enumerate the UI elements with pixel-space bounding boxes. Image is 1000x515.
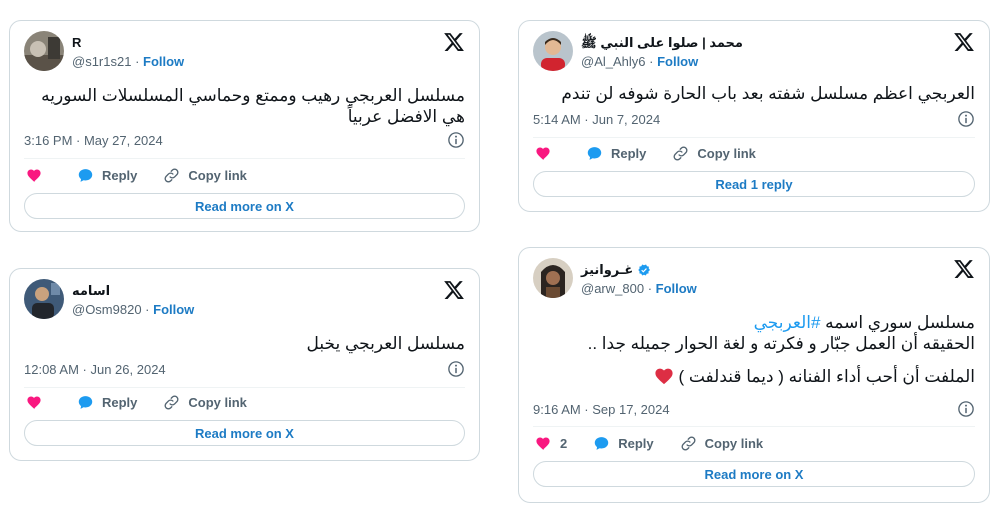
author-name-row: غـروانيز: [581, 262, 651, 278]
info-icon[interactable]: [447, 131, 465, 149]
red-heart-emoji-icon: [655, 368, 673, 385]
action-bar: Reply Copy link: [26, 394, 273, 411]
author-handle[interactable]: @arw_800: [581, 281, 644, 296]
reply-button[interactable]: Reply: [77, 167, 137, 184]
like-button[interactable]: 2: [535, 435, 567, 452]
copy-link-button[interactable]: Copy link: [672, 145, 756, 162]
reply-button[interactable]: Reply: [593, 435, 654, 452]
tweet-text-content: الملفت أن أحب أداء الفنانه ( ديما قندلفت…: [678, 367, 975, 386]
reply-button[interactable]: Reply: [586, 145, 646, 162]
tweet-timestamp[interactable]: 12:08 AM · Jun 26, 2024: [24, 362, 166, 377]
avatar[interactable]: [533, 258, 573, 298]
copy-link-label: Copy link: [697, 146, 756, 161]
read-more-button[interactable]: Read more on X: [24, 420, 465, 446]
heart-icon: [26, 167, 43, 184]
link-icon: [163, 394, 180, 411]
author-handle-row: @s1r1s21 · Follow: [72, 54, 185, 69]
x-logo-icon[interactable]: [443, 279, 465, 301]
reply-label: Reply: [611, 146, 647, 161]
like-button[interactable]: [535, 145, 560, 162]
divider: [533, 426, 975, 427]
x-logo-icon[interactable]: [443, 31, 465, 53]
heart-icon: [535, 145, 552, 162]
tweet-text: العربجي اعظم مسلسل شفته بعد باب الحارة ش…: [561, 83, 975, 104]
like-count: 2: [560, 436, 568, 451]
verified-badge-icon[interactable]: [637, 263, 651, 277]
tweet-text-prefix: مسلسل سوري اسمه: [820, 313, 975, 332]
tweet-text-line: [588, 354, 975, 366]
avatar[interactable]: [24, 31, 64, 71]
tweet-text: مسلسل سوري اسمه #العربجي الحقيقه أن العم…: [588, 312, 975, 387]
reply-label: Reply: [618, 436, 654, 451]
author-name[interactable]: اسامه: [72, 283, 110, 299]
avatar[interactable]: [24, 279, 64, 319]
follow-button[interactable]: Follow: [143, 54, 184, 69]
copy-link-label: Copy link: [704, 436, 764, 451]
tweet-timestamp[interactable]: 9:16 AM · Sep 17, 2024: [533, 402, 670, 417]
tweet-text-line: مسلسل العربجي يخبل: [306, 334, 465, 353]
tweet-text-line: الملفت أن أحب أداء الفنانه ( ديما قندلفت…: [588, 366, 975, 387]
reply-icon: [77, 394, 94, 411]
read-more-button[interactable]: Read more on X: [533, 461, 975, 487]
divider: [24, 158, 465, 159]
tweet-text: مسلسل العربجي رهيب وممتع وحماسي المسلسلا…: [41, 85, 465, 127]
tweet-card-osm9820: اسامه @Osm9820 · Follow مسلسل العربجي يخ…: [9, 268, 480, 461]
copy-link-label: Copy link: [188, 168, 247, 183]
tweet-card-s1r1s21: R @s1r1s21 · Follow مسلسل العربجي رهيب و…: [9, 20, 480, 232]
reply-button[interactable]: Reply: [77, 394, 137, 411]
heart-icon: [535, 435, 552, 452]
follow-button[interactable]: Follow: [656, 281, 697, 296]
like-button[interactable]: [26, 167, 51, 184]
copy-link-button[interactable]: Copy link: [163, 167, 247, 184]
info-icon[interactable]: [447, 360, 465, 378]
link-icon: [672, 145, 689, 162]
heart-icon: [26, 394, 43, 411]
follow-button[interactable]: Follow: [657, 54, 698, 69]
reply-label: Reply: [102, 168, 138, 183]
reply-label: Reply: [102, 395, 138, 410]
info-icon[interactable]: [957, 400, 975, 418]
info-icon[interactable]: [957, 110, 975, 128]
action-bar: 2 Reply Copy link: [535, 435, 789, 452]
tweet-text-line: مسلسل العربجي رهيب وممتع وحماسي المسلسلا…: [41, 86, 465, 105]
divider: [533, 137, 975, 138]
link-icon: [680, 435, 697, 452]
tweet-card-al-ahly6: محمد | صلوا على النبي ﷺ @Al_Ahly6 · Foll…: [518, 20, 990, 212]
author-handle-row: @arw_800 · Follow: [581, 281, 697, 296]
author-handle-row: @Osm9820 · Follow: [72, 302, 195, 317]
copy-link-label: Copy link: [188, 395, 247, 410]
author-handle-row: @Al_Ahly6 · Follow: [581, 54, 699, 69]
reply-icon: [593, 435, 610, 452]
author-handle[interactable]: @Osm9820: [72, 302, 142, 317]
tweet-text-line: العربجي اعظم مسلسل شفته بعد باب الحارة ش…: [561, 84, 975, 103]
tweet-text-line: مسلسل سوري اسمه #العربجي: [588, 312, 975, 333]
tweet-timestamp[interactable]: 5:14 AM · Jun 7, 2024: [533, 112, 660, 127]
author-name[interactable]: R: [72, 35, 81, 50]
x-logo-icon[interactable]: [953, 31, 975, 53]
author-name[interactable]: محمد | صلوا على النبي ﷺ: [581, 35, 743, 54]
author-handle[interactable]: @s1r1s21: [72, 54, 131, 69]
hashtag-link[interactable]: #العربجي: [754, 313, 821, 332]
follow-button[interactable]: Follow: [153, 302, 194, 317]
copy-link-button[interactable]: Copy link: [680, 435, 764, 452]
tweet-text: مسلسل العربجي يخبل: [307, 333, 465, 354]
tweet-card-arw-800: غـروانيز @arw_800 · Follow مسلسل سوري اس…: [518, 247, 990, 503]
like-button[interactable]: [26, 394, 51, 411]
reply-icon: [77, 167, 94, 184]
action-bar: Reply Copy link: [26, 167, 273, 184]
tweet-timestamp[interactable]: 3:16 PM · May 27, 2024: [24, 133, 163, 148]
reply-icon: [586, 145, 603, 162]
author-name[interactable]: غـروانيز: [581, 262, 633, 278]
read-replies-button[interactable]: Read 1 reply: [533, 171, 975, 197]
x-logo-icon[interactable]: [953, 258, 975, 280]
copy-link-button[interactable]: Copy link: [163, 394, 247, 411]
action-bar: Reply Copy link: [535, 145, 782, 162]
avatar[interactable]: [533, 31, 573, 71]
link-icon: [163, 167, 180, 184]
divider: [24, 387, 465, 388]
tweet-text-line: الحقيقه أن العمل جبّار و فكرته و لغة الح…: [587, 334, 975, 353]
read-more-button[interactable]: Read more on X: [24, 193, 465, 219]
author-handle[interactable]: @Al_Ahly6: [581, 54, 646, 69]
tweet-text-line: هي الافضل عربياً: [347, 107, 465, 126]
